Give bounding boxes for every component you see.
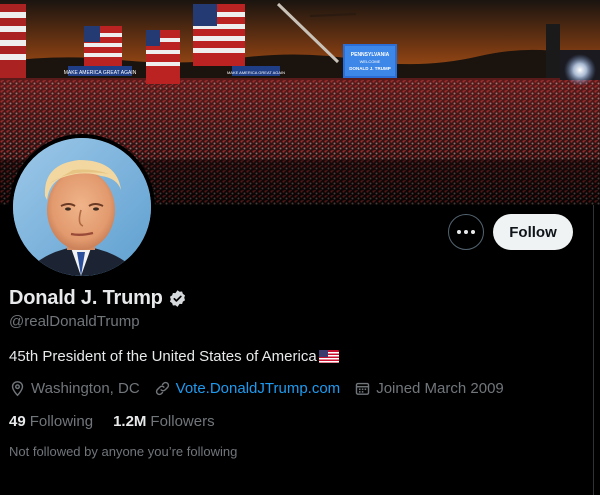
location-pin-icon — [11, 381, 24, 397]
location-item: Washington, DC — [9, 380, 140, 397]
banner-sign-left: MAKE AMERICA GREAT AGAIN — [64, 70, 137, 76]
banner-sign-right: MAKE AMERICA GREAT AGAIN — [227, 70, 285, 75]
bio-text: 45th President of the United States of A… — [9, 348, 317, 365]
us-flag-icon — [318, 350, 339, 363]
profile-page: MAKE AMERICA GREAT AGAIN MAKE AMERICA GR… — [0, 0, 600, 495]
following-count: 49 — [9, 413, 26, 430]
more-dots-icon — [457, 230, 475, 234]
following-label: Following — [29, 413, 94, 430]
profile-name-row: Donald J. Trump — [9, 287, 187, 310]
following-stat[interactable]: 49 Following — [9, 413, 93, 430]
more-options-button[interactable] — [448, 214, 484, 250]
profile-handle: @realDonaldTrump — [9, 313, 140, 330]
location-text: Washington, DC — [31, 380, 140, 397]
followers-label: Followers — [150, 413, 215, 430]
banner-screen-line1: PENNSYLVANIA — [351, 52, 390, 58]
joined-text: Joined March 2009 — [376, 380, 504, 397]
banner-screen-line2: WELCOME — [360, 59, 381, 64]
display-name: Donald J. Trump — [9, 287, 163, 309]
website-item: Vote.DonaldJTrump.com — [154, 380, 341, 397]
avatar-portrait — [13, 138, 151, 276]
profile-avatar[interactable] — [9, 134, 155, 280]
website-link[interactable]: Vote.DonaldJTrump.com — [176, 380, 341, 397]
profile-bio: 45th President of the United States of A… — [9, 348, 339, 365]
profile-stats: 49 Following 1.2M Followers — [9, 413, 235, 430]
follow-button[interactable]: Follow — [493, 214, 573, 250]
profile-meta-row: Washington, DC Vote.DonaldJTrump.com Joi… — [9, 380, 518, 397]
followed-by-text: Not followed by anyone you’re following — [9, 444, 238, 459]
column-divider — [593, 205, 594, 495]
followers-count: 1.2M — [113, 413, 147, 430]
link-icon — [155, 381, 169, 396]
followers-stat[interactable]: 1.2M Followers — [113, 413, 215, 430]
banner-screen-line3: DONALD J. TRUMP — [349, 66, 391, 71]
verified-badge-icon[interactable] — [168, 289, 187, 308]
calendar-icon — [355, 382, 370, 395]
joined-item: Joined March 2009 — [354, 380, 504, 397]
